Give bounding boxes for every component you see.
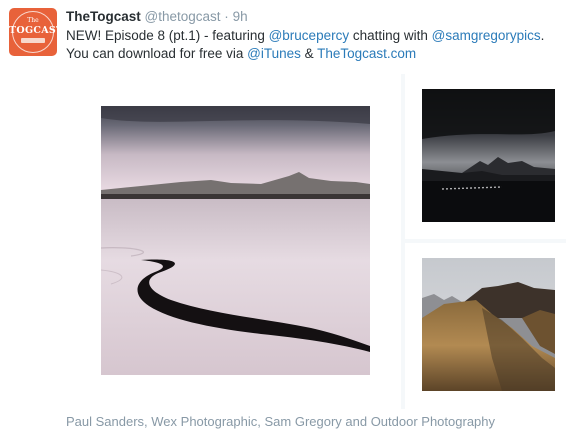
media-tile-bottom[interactable] bbox=[405, 243, 566, 409]
tweet-text-part: & bbox=[300, 46, 318, 61]
mention-brucepercy[interactable]: @brucepercy bbox=[269, 28, 350, 43]
tweet-text-part: . bbox=[540, 28, 545, 43]
tweet-timestamp[interactable]: 9h bbox=[233, 9, 248, 24]
media-tile-main[interactable] bbox=[66, 74, 401, 409]
avatar-band bbox=[21, 38, 45, 43]
avatar[interactable]: The TOGCAST bbox=[9, 8, 57, 56]
time-separator: · bbox=[224, 9, 229, 24]
tweet-text-part: chatting with bbox=[349, 28, 432, 43]
website-link[interactable]: TheTogcast.com bbox=[317, 46, 416, 61]
avatar-small-text: The bbox=[27, 17, 39, 24]
golden-hills-photo[interactable] bbox=[422, 258, 555, 391]
author-name[interactable]: TheTogcast bbox=[66, 9, 141, 24]
lake-shoreline-photo[interactable] bbox=[101, 106, 370, 375]
avatar-brand-text: TOGCAST bbox=[9, 25, 57, 36]
tweet-text-part: You can download for free via bbox=[66, 46, 248, 61]
tweet-header: TheTogcast @thetogcast · 9h bbox=[66, 8, 248, 26]
tweet-text: NEW! Episode 8 (pt.1) - featuring @bruce… bbox=[66, 27, 566, 63]
mention-samgregorypics[interactable]: @samgregorypics bbox=[432, 28, 541, 43]
mention-itunes[interactable]: @iTunes bbox=[247, 46, 301, 61]
dark-mountains-lake-photo[interactable] bbox=[422, 89, 555, 222]
tweet-text-part: NEW! Episode 8 (pt.1) - featuring bbox=[66, 28, 269, 43]
media-grid bbox=[66, 74, 566, 409]
media-tile-top[interactable] bbox=[405, 74, 566, 239]
author-handle[interactable]: @thetogcast bbox=[145, 9, 221, 24]
media-caption[interactable]: Paul Sanders, Wex Photographic, Sam Greg… bbox=[66, 414, 495, 429]
